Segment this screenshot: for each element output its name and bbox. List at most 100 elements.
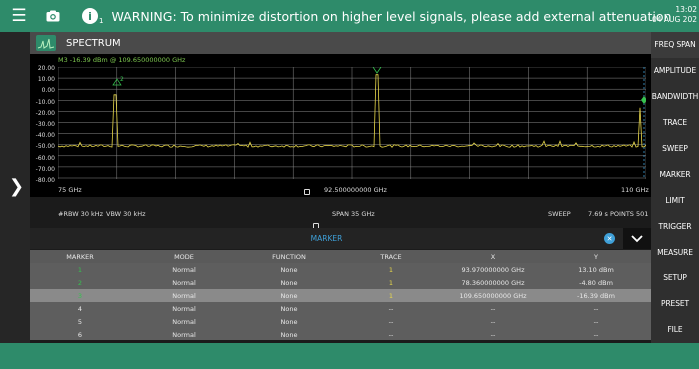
cell-mode: Normal [172, 331, 196, 339]
info-icon[interactable]: i [82, 8, 98, 24]
bottom-bar [0, 343, 699, 369]
collapse-panel-button[interactable] [623, 228, 651, 249]
cell-trace: -- [388, 318, 394, 326]
info-count: 1 [99, 17, 104, 25]
cell-function: None [280, 292, 298, 300]
right-soft-key-menu: FREQ SPAN AMPLITUDE BANDWIDTH TRACE SWEEP MAR… [651, 32, 699, 343]
frequency-axis-row: 75 GHz 92.500000000 GHz 110 GHz [30, 183, 651, 197]
rbw-value: #RBW 30 kHz [58, 210, 104, 218]
vbw-value: VBW 30 kHz [106, 210, 146, 218]
center-frequency: 92.500000000 GHz [324, 186, 387, 194]
cell-marker: 6 [77, 331, 83, 339]
menu-freq-span-button[interactable]: FREQ SPAN [651, 32, 699, 58]
marker-panel-header: MARKER [30, 228, 623, 249]
cell-mode: Normal [172, 266, 196, 274]
clock-time: 13:02 [675, 5, 697, 14]
y-axis-tick-label: -70.00 [35, 165, 55, 173]
table-row[interactable]: 2 Normal None 1 78.360000000 GHz -4.80 dBm [30, 276, 651, 289]
screenshot-button[interactable] [42, 8, 64, 24]
cell-trace: -- [388, 331, 394, 339]
cell-trace: 1 [388, 292, 394, 300]
table-row[interactable]: 5 Normal None -- -- -- [30, 315, 651, 328]
y-axis-tick-label: 10.00 [37, 76, 55, 84]
y-axis-tick-label: -50.00 [35, 143, 55, 151]
cell-marker: 4 [77, 305, 83, 313]
cell-x: 109.650000000 GHz [459, 292, 527, 300]
active-marker-readout: M3 -16.39 dBm @ 109.650000000 GHz [58, 56, 186, 64]
table-row[interactable]: 1 Normal None 1 93.970000000 GHz 13.10 dBm [30, 263, 651, 276]
column-header: Y [594, 253, 598, 261]
column-header: MODE [174, 253, 194, 261]
marker-1-symbol [372, 67, 382, 74]
menu-sweep-button[interactable]: SWEEP [651, 136, 699, 162]
points-value: POINTS 501 [610, 210, 649, 218]
column-header: TRACE [380, 253, 402, 261]
menu-measure-button[interactable]: MEASURE [651, 239, 699, 265]
menu-marker-button[interactable]: MARKER [651, 161, 699, 187]
app-window: ☰ i 1 WARNING: To minimize distortion on… [0, 0, 699, 369]
close-icon[interactable]: ✕ [604, 233, 615, 244]
y-axis-tick-label: -20.00 [35, 109, 55, 117]
cell-trace: -- [388, 305, 394, 313]
table-row[interactable]: 4 Normal None -- -- -- [30, 302, 651, 315]
spectrum-app-icon [36, 35, 56, 51]
menu-setup-button[interactable]: SETUP [651, 265, 699, 291]
spectrum-graph: 2 [58, 67, 646, 179]
cell-marker: 3 [77, 292, 83, 300]
table-row[interactable]: 6 Normal None -- -- -- [30, 328, 651, 340]
y-axis-tick-label: 0.00 [41, 87, 55, 95]
cell-trace: 1 [388, 266, 394, 274]
marker-2-symbol: 2 [112, 76, 124, 86]
left-side-strip: ❯ [0, 32, 30, 343]
menu-amplitude-button[interactable]: AMPLITUDE [651, 58, 699, 84]
cell-y: -16.39 dBm [577, 292, 615, 300]
cell-x: 93.970000000 GHz [461, 266, 525, 274]
cell-marker: 5 [77, 318, 83, 326]
column-header: X [490, 253, 496, 261]
chevron-down-icon [631, 234, 643, 242]
cell-x: -- [490, 331, 496, 339]
table-row[interactable]: 3 Normal None 1 109.650000000 GHz -16.39 dBm [30, 289, 651, 302]
cell-function: None [280, 318, 298, 326]
menu-preset-button[interactable]: PRESET [651, 291, 699, 317]
cell-x: 78.360000000 GHz [461, 279, 525, 287]
menu-trigger-button[interactable]: TRIGGER [651, 213, 699, 239]
marker-panel-title: MARKER [310, 234, 343, 243]
warning-message: WARNING: To minimize distortion on highe… [111, 8, 672, 24]
menu-limit-button[interactable]: LIMIT [651, 187, 699, 213]
stop-frequency: 110 GHz [621, 186, 649, 194]
sweep-time: 7.69 s [588, 210, 608, 218]
cell-x: -- [490, 318, 496, 326]
cell-marker: 1 [77, 266, 83, 274]
top-bar: ☰ i 1 WARNING: To minimize distortion on… [0, 0, 699, 32]
cell-x: -- [490, 305, 496, 313]
column-header: FUNCTION [272, 253, 306, 261]
cell-mode: Normal [172, 305, 196, 313]
spectrum-header: SPECTRUM [30, 32, 651, 54]
marker-table-header: MARKER MODE FUNCTION TRACE X Y [30, 250, 651, 263]
y-axis-labels: 20.00 10.00 0.00 -10.00 -20.00 -30.00 -40.00 -5… [30, 65, 58, 184]
cell-y: -4.80 dBm [579, 279, 613, 287]
svg-text:2: 2 [120, 76, 124, 83]
marker-table: MARKER MODE FUNCTION TRACE X Y 1 Normal No… [30, 250, 651, 340]
cell-marker: 2 [77, 279, 83, 287]
cell-y: -- [593, 305, 599, 313]
clock: 13:02 04 AUG 202 [649, 0, 699, 32]
cell-function: None [280, 266, 298, 274]
menu-file-button[interactable]: FILE [651, 317, 699, 343]
cell-function: None [280, 305, 298, 313]
lock-icon [304, 189, 310, 195]
page-title: SPECTRUM [66, 37, 121, 49]
menu-bandwidth-button[interactable]: BANDWIDTH [651, 84, 699, 110]
column-header: MARKER [66, 253, 94, 261]
hamburger-menu-button[interactable]: ☰ [0, 0, 38, 32]
start-frequency: 75 GHz [58, 186, 82, 194]
cell-mode: Normal [172, 292, 196, 300]
y-axis-tick-label: 20.00 [37, 65, 55, 72]
cell-mode: Normal [172, 279, 196, 287]
cell-function: None [280, 331, 298, 339]
cell-trace: 1 [388, 279, 394, 287]
marker-3-symbol [641, 96, 646, 104]
menu-trace-button[interactable]: TRACE [651, 110, 699, 136]
chevron-right-icon[interactable]: ❯ [9, 176, 24, 197]
